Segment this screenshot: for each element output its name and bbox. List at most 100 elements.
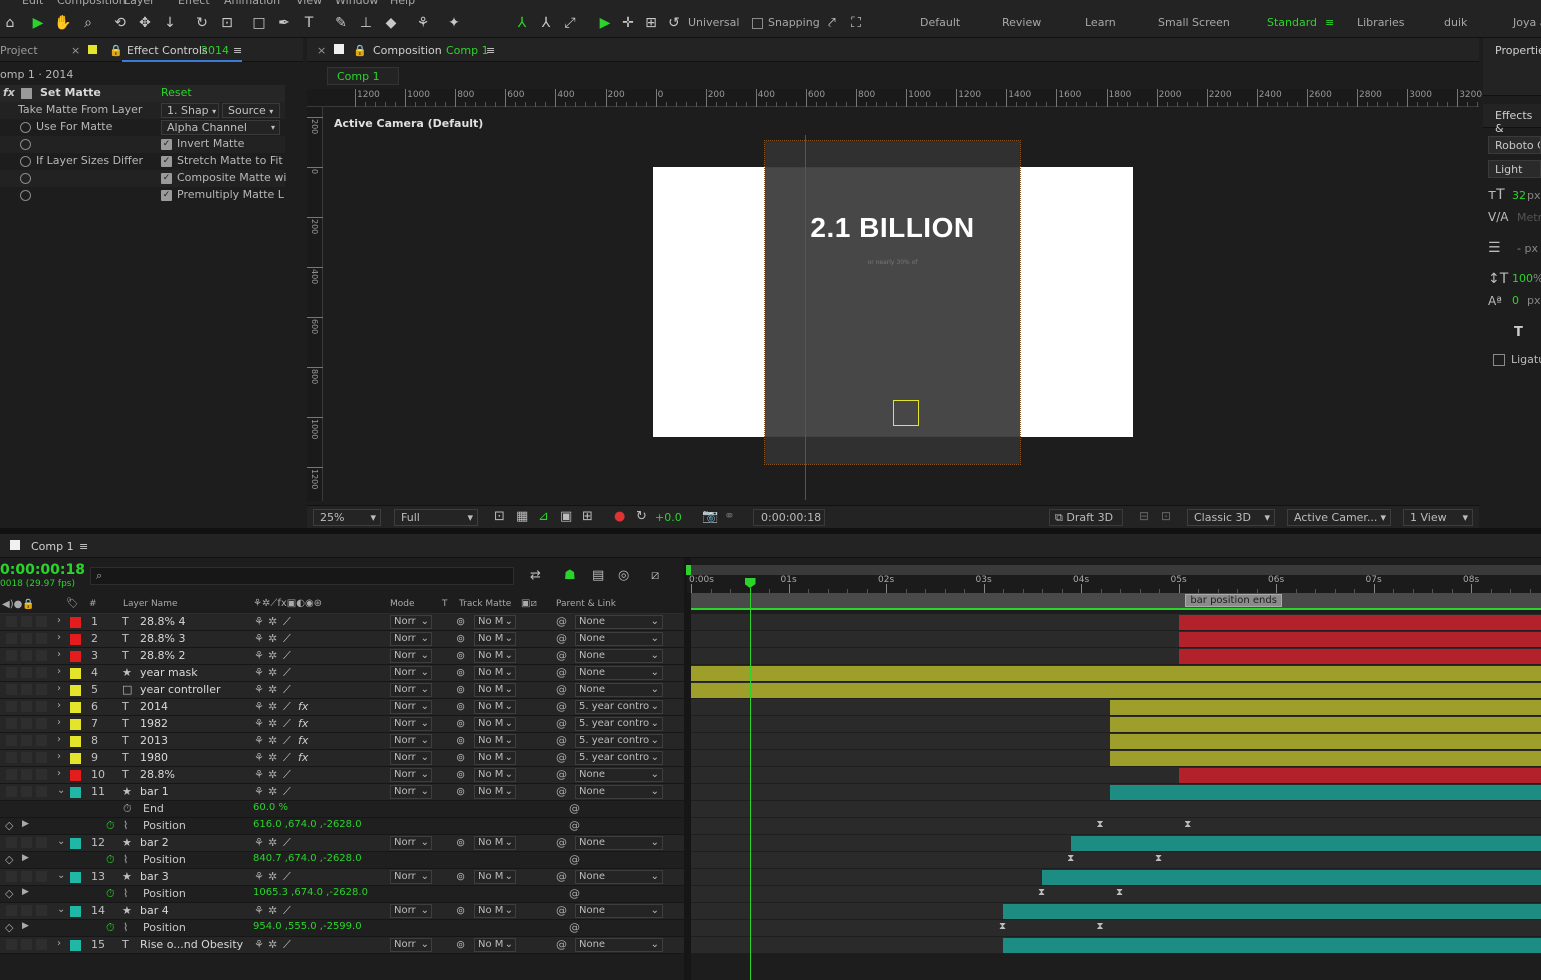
motion-blur-icon[interactable]: ◎ — [618, 568, 629, 583]
take-matte-select[interactable]: 1. Shap ▾ — [161, 103, 219, 118]
col-layer-name[interactable]: Layer Name — [123, 599, 178, 609]
renderer-select[interactable]: Classic 3D ▾ — [1187, 509, 1275, 526]
keyframe[interactable]: ⧗ — [1155, 853, 1162, 864]
track-row[interactable] — [691, 733, 1541, 750]
tab-composition[interactable]: Composition — [373, 44, 442, 57]
comp-marker[interactable]: bar position ends — [1185, 594, 1282, 607]
rotate-tool-icon[interactable]: ↻ — [192, 13, 212, 33]
stopwatch-icon[interactable] — [20, 122, 31, 133]
stopwatch-icon[interactable] — [20, 173, 31, 184]
workspace-standard[interactable]: Standard — [1267, 16, 1317, 29]
view-layout-select[interactable]: 1 View ▾ — [1403, 509, 1473, 526]
track-row[interactable] — [691, 631, 1541, 648]
transparency-grid-icon[interactable]: ▦ — [516, 509, 528, 524]
keyframe[interactable]: ⧗ — [999, 921, 1006, 932]
pan-tool-icon[interactable]: ✥ — [135, 13, 155, 33]
layer-duration-bar[interactable] — [1178, 615, 1541, 630]
rectangle-tool-icon[interactable]: □ — [249, 13, 269, 33]
resolution-select[interactable]: Full ▾ — [394, 509, 478, 526]
world-axis-icon[interactable]: ⅄ — [536, 13, 556, 33]
baseline-value[interactable]: 0 — [1512, 294, 1519, 307]
track-row[interactable]: ⧗ ⧗ — [691, 886, 1541, 903]
3d-selection-icon[interactable]: ▶ — [595, 13, 615, 33]
panel-menu-icon[interactable]: ≡ — [79, 540, 88, 553]
type-tool-icon[interactable]: T — [299, 13, 319, 33]
source-select[interactable]: Source ▾ — [222, 103, 280, 118]
home-icon[interactable]: ⌂ — [0, 13, 20, 33]
snap-grid-icon[interactable]: ⛶ — [846, 13, 866, 33]
work-area-start-handle[interactable] — [686, 565, 691, 575]
menu-item[interactable]: Composition — [57, 0, 126, 7]
leading-value[interactable]: - px — [1517, 242, 1538, 255]
keyframe[interactable]: ⧗ — [1038, 887, 1045, 898]
track-row[interactable] — [691, 869, 1541, 886]
menu-item[interactable]: View — [296, 0, 322, 7]
layer-duration-bar[interactable] — [1110, 700, 1541, 715]
track-row[interactable]: ⧗ ⧗ — [691, 818, 1541, 835]
3d-scale-icon[interactable]: ⊞ — [641, 13, 661, 33]
roto-brush-icon[interactable]: ⚘ — [413, 13, 433, 33]
orbit-tool-icon[interactable]: ⟲ — [110, 13, 130, 33]
exposure-value[interactable]: +0.0 — [655, 511, 682, 524]
track-row[interactable] — [691, 682, 1541, 699]
stopwatch-icon[interactable] — [20, 156, 31, 167]
guides-icon[interactable]: ⊞ — [582, 509, 593, 524]
stamp-tool-icon[interactable]: ⊥ — [356, 13, 376, 33]
3d-rotate-icon[interactable]: ↺ — [664, 13, 684, 33]
mask-visibility-icon[interactable]: ⊿ — [538, 509, 549, 524]
fx-icon[interactable]: fx — [3, 86, 15, 99]
track-row[interactable] — [691, 648, 1541, 665]
col-parent[interactable]: Parent & Link — [556, 599, 616, 609]
track-row[interactable] — [691, 937, 1541, 954]
extended-viewer-icon[interactable]: ⊟ — [1139, 509, 1149, 523]
keyframe[interactable]: ⧗ — [1184, 819, 1191, 830]
layer-duration-bar[interactable] — [1003, 904, 1541, 919]
reset-button[interactable]: Reset — [161, 86, 192, 99]
layer-duration-bar[interactable] — [1110, 734, 1541, 749]
keyframe[interactable]: ⧗ — [1097, 921, 1104, 932]
track-row[interactable] — [691, 784, 1541, 801]
hand-tool-icon[interactable]: ✋ — [53, 13, 73, 33]
workspace-default[interactable]: Default — [920, 16, 960, 29]
layer-duration-bar[interactable] — [691, 683, 1541, 698]
workspace-learn[interactable]: Learn — [1085, 16, 1116, 29]
panel-menu-icon[interactable]: ≡ — [486, 44, 495, 57]
menu-item[interactable]: Window — [335, 0, 378, 7]
layer-duration-bar[interactable] — [1178, 632, 1541, 647]
camera-select[interactable]: Active Camer... ▾ — [1287, 509, 1391, 526]
col-track-matte[interactable]: Track Matte — [459, 599, 511, 609]
vertical-scale-value[interactable]: 100 — [1512, 272, 1533, 285]
layer-duration-bar[interactable] — [1042, 870, 1541, 885]
track-row[interactable] — [691, 716, 1541, 733]
panel-menu-icon[interactable]: ≡ — [233, 44, 242, 57]
brush-tool-icon[interactable]: ✎ — [331, 13, 351, 33]
font-style-select[interactable]: Light — [1488, 160, 1541, 178]
draft-3d-button[interactable]: ⧉ Draft 3D — [1049, 509, 1123, 526]
workspace-review[interactable]: Review — [1002, 16, 1041, 29]
keyframe[interactable]: ⧗ — [1116, 887, 1123, 898]
zoom-select[interactable]: 25% ▾ — [313, 509, 381, 526]
faux-bold-icon[interactable]: T — [1514, 325, 1523, 340]
effects-tab[interactable]: Effects & — [1495, 109, 1541, 135]
invert-matte-checkbox[interactable]: ✓ — [161, 139, 172, 150]
track-row[interactable] — [691, 903, 1541, 920]
timeline-tab[interactable]: Comp 1 — [31, 540, 74, 553]
premultiply-checkbox[interactable]: ✓ — [161, 190, 172, 201]
track-row[interactable] — [691, 750, 1541, 767]
snap-options-icon[interactable]: ⤤ — [822, 13, 842, 33]
layer-duration-bar[interactable] — [691, 666, 1541, 681]
selection-tool-icon[interactable]: ▶ — [28, 13, 48, 33]
composite-matte-checkbox[interactable]: ✓ — [161, 173, 172, 184]
stopwatch-icon[interactable] — [20, 190, 31, 201]
zoom-tool-icon[interactable]: ⌕ — [78, 13, 98, 33]
col-mode[interactable]: Mode — [390, 599, 415, 609]
layer-search-input[interactable]: ⌕ — [90, 567, 514, 585]
ligatures-checkbox[interactable] — [1493, 354, 1505, 366]
stretch-matte-checkbox[interactable]: ✓ — [161, 156, 172, 167]
track-row[interactable]: ⧗ ⧗ — [691, 920, 1541, 937]
track-row[interactable] — [691, 835, 1541, 852]
use-for-matte-select[interactable]: Alpha Channel ▾ — [161, 120, 280, 135]
region-icon[interactable]: ▣ — [560, 509, 572, 524]
workspace-menu-icon[interactable]: ≡ — [1325, 16, 1334, 29]
local-axis-icon[interactable]: ⅄ — [512, 13, 532, 33]
